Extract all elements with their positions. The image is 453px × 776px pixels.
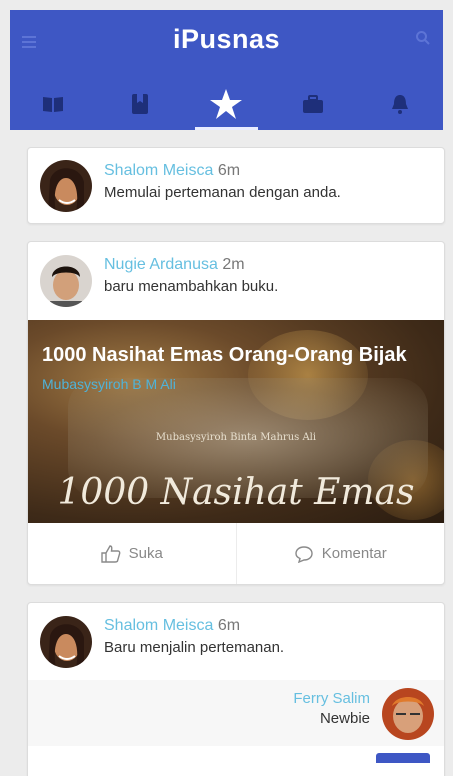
- tab-library[interactable]: [10, 78, 97, 130]
- feed-message: Memulai pertemanan dengan anda.: [104, 184, 341, 201]
- card-actions: Suka Komentar: [28, 523, 444, 584]
- avatar[interactable]: [40, 160, 92, 212]
- comment-button[interactable]: Komentar: [237, 523, 445, 584]
- feed-meta: Nugie Ardanusa 2m baru menambahkan buku.: [104, 256, 278, 295]
- book-banner[interactable]: 1000 Nasihat Emas Orang-Orang Bijak Muba…: [28, 320, 444, 523]
- user-name[interactable]: Shalom Meisca: [104, 617, 213, 634]
- tab-bar: [10, 78, 443, 130]
- feed-card: Shalom Meisca 6m Baru menjalin pertemana…: [27, 602, 445, 776]
- tab-feed[interactable]: [183, 78, 270, 130]
- feed-meta: Shalom Meisca 6m Memulai pertemanan deng…: [104, 162, 341, 201]
- avatar[interactable]: [40, 255, 92, 307]
- new-friend-row[interactable]: Ferry Salim Newbie: [28, 680, 444, 746]
- bell-icon: [391, 95, 408, 114]
- app-header: iPusnas: [10, 10, 443, 130]
- book-title[interactable]: 1000 Nasihat Emas Orang-Orang Bijak: [42, 344, 407, 367]
- app-logo: iPusnas: [172, 24, 281, 54]
- timestamp: 2m: [222, 256, 245, 273]
- tab-borrowed[interactable]: [270, 78, 357, 130]
- like-button[interactable]: Suka: [28, 523, 237, 584]
- book-icon: [43, 97, 64, 112]
- action-button[interactable]: [376, 753, 430, 763]
- feed-meta: Shalom Meisca 6m Baru menjalin pertemana…: [104, 617, 284, 656]
- like-label: Suka: [128, 545, 163, 562]
- bookmark-book-icon: [131, 94, 148, 114]
- avatar[interactable]: [40, 616, 92, 668]
- feed-card[interactable]: Shalom Meisca 6m Memulai pertemanan deng…: [27, 147, 445, 224]
- comment-label: Komentar: [321, 545, 387, 562]
- cover-title: 1000 Nasihat Emas: [57, 472, 415, 513]
- feed-message: Baru menjalin pertemanan.: [104, 639, 285, 656]
- user-name[interactable]: Nugie Ardanusa: [104, 256, 218, 273]
- friend-avatar[interactable]: [382, 688, 434, 740]
- friend-name[interactable]: Ferry Salim: [293, 690, 370, 707]
- timestamp: 6m: [217, 162, 241, 179]
- search-icon[interactable]: [415, 30, 431, 46]
- thumbs-up-icon: [100, 544, 121, 563]
- tab-bookshelf[interactable]: [97, 78, 184, 130]
- friend-rank: Newbie: [319, 710, 370, 727]
- feed-message: baru menambahkan buku.: [104, 278, 279, 295]
- tab-notifications[interactable]: [356, 78, 443, 130]
- timestamp: 6m: [217, 617, 241, 634]
- star-icon: [210, 89, 243, 119]
- book-author: Mubasysyiroh B M Ali: [42, 376, 176, 392]
- feed-card: Nugie Ardanusa 2m baru menambahkan buku.…: [27, 241, 445, 585]
- briefcase-icon: [303, 95, 324, 113]
- cover-subtitle: Mubasysyiroh Binta Mahrus Ali: [155, 432, 317, 443]
- comment-icon: [295, 545, 313, 563]
- user-name[interactable]: Shalom Meisca: [104, 162, 213, 179]
